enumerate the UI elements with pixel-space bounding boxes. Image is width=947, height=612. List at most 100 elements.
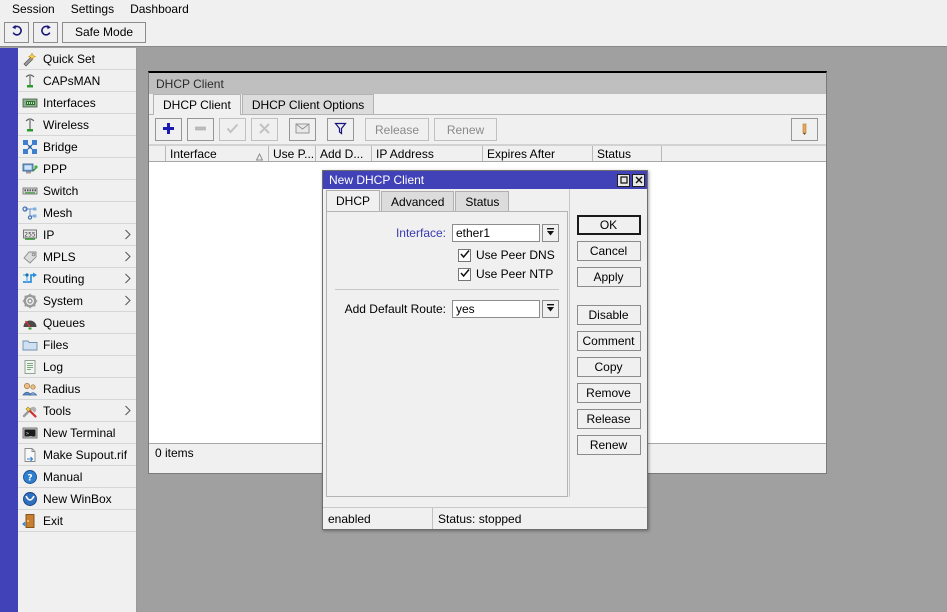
- new-dhcp-client-titlebar[interactable]: New DHCP Client: [323, 171, 647, 189]
- check-icon: [226, 122, 239, 138]
- use-peer-dns-label: Use Peer DNS: [476, 248, 555, 262]
- maximize-button[interactable]: [617, 173, 630, 187]
- sidebar-item-label: CAPsMAN: [43, 73, 101, 88]
- sidebar-item-mesh[interactable]: Mesh: [18, 202, 136, 224]
- interface-input[interactable]: ether1: [452, 224, 540, 242]
- disable-button[interactable]: Disable: [576, 305, 641, 325]
- menu-item-session[interactable]: Session: [4, 1, 63, 18]
- sidebar-item-files[interactable]: Files: [18, 334, 136, 356]
- winbox-icon: [22, 491, 38, 507]
- tab-label: DHCP Client Options: [251, 97, 365, 112]
- tab-advanced[interactable]: Advanced: [381, 191, 455, 211]
- sidebar-item-interfaces[interactable]: Interfaces: [18, 92, 136, 114]
- release-button[interactable]: Release: [365, 118, 430, 141]
- sidebar-item-queues[interactable]: Queues: [18, 312, 136, 334]
- sidebar-item-label: Interfaces: [43, 95, 96, 110]
- renew-button[interactable]: Renew: [576, 435, 641, 455]
- sidebar-item-tools[interactable]: Tools: [18, 400, 136, 422]
- sidebar-item-label: Switch: [43, 183, 79, 198]
- sidebar-item-new-winbox[interactable]: New WinBox: [18, 488, 136, 510]
- column-header-status[interactable]: Status: [593, 146, 662, 161]
- column-header-interface[interactable]: Interface: [166, 146, 269, 161]
- sidebar-item-new-terminal[interactable]: >_ New Terminal: [18, 422, 136, 444]
- add-button[interactable]: [155, 118, 182, 141]
- undo-button[interactable]: [4, 21, 29, 43]
- copy-button[interactable]: Copy: [576, 357, 641, 377]
- safe-mode-button[interactable]: Safe Mode: [62, 21, 147, 43]
- quick-find-button[interactable]: [791, 118, 818, 141]
- enable-button[interactable]: [219, 118, 246, 141]
- sidebar-item-system[interactable]: System: [18, 290, 136, 312]
- comment-button[interactable]: Comment: [576, 331, 641, 351]
- button-label: Release: [586, 412, 631, 426]
- tab-dhcp-client-options[interactable]: DHCP Client Options: [241, 94, 375, 114]
- sidebar-item-log[interactable]: Log: [18, 356, 136, 378]
- dhcp-client-tabstrip: DHCP Client DHCP Client Options: [149, 94, 826, 115]
- menu-item-settings[interactable]: Settings: [63, 1, 122, 18]
- ok-button[interactable]: OK: [576, 215, 641, 235]
- quickset-wand-icon: [22, 51, 38, 67]
- sidebar-item-routing[interactable]: Routing: [18, 268, 136, 290]
- sidebar-accent-strip: [0, 48, 18, 612]
- tab-status[interactable]: Status: [455, 191, 510, 211]
- sidebar-item-bridge[interactable]: Bridge: [18, 136, 136, 158]
- filter-button[interactable]: [327, 118, 354, 141]
- sidebar-item-label: New WinBox: [43, 491, 112, 506]
- add-default-route-value: yes: [456, 302, 475, 316]
- renew-label: Renew: [446, 122, 485, 137]
- cancel-button[interactable]: Cancel: [576, 241, 641, 261]
- menu-item-dashboard[interactable]: Dashboard: [122, 1, 197, 18]
- release-label: Release: [375, 122, 420, 137]
- plus-icon: [162, 122, 175, 138]
- column-header-use-peer-dns[interactable]: Use P...: [269, 146, 316, 161]
- users-icon: [22, 381, 38, 397]
- sidebar-item-manual[interactable]: ? Manual: [18, 466, 136, 488]
- close-button[interactable]: [632, 173, 645, 187]
- chevron-right-icon: [124, 273, 132, 284]
- use-peer-dns-checkbox[interactable]: [458, 248, 471, 262]
- button-label: Disable: [588, 308, 629, 322]
- redo-button[interactable]: [33, 21, 58, 43]
- dialog-title: New DHCP Client: [329, 173, 425, 187]
- sidebar-item-capsman[interactable]: CAPsMAN: [18, 70, 136, 92]
- column-header-expires-after[interactable]: Expires After: [483, 146, 593, 161]
- add-default-route-input[interactable]: yes: [452, 300, 540, 318]
- dhcp-client-titlebar[interactable]: DHCP Client: [149, 73, 826, 94]
- release-button[interactable]: Release: [576, 409, 641, 429]
- button-label: Remove: [586, 386, 631, 400]
- help-question-icon: ?: [22, 469, 38, 485]
- column-header-select[interactable]: [149, 146, 166, 161]
- disable-button[interactable]: [251, 118, 278, 141]
- interface-dropdown-button[interactable]: [542, 224, 559, 242]
- main-toolbar: Safe Mode: [0, 18, 947, 47]
- check-icon: [459, 248, 470, 262]
- sidebar-item-make-supout[interactable]: Make Supout.rif: [18, 444, 136, 466]
- renew-button[interactable]: Renew: [434, 118, 498, 141]
- sidebar-item-radius[interactable]: Radius: [18, 378, 136, 400]
- mesh-nodes-icon: [22, 205, 38, 221]
- use-peer-ntp-checkbox[interactable]: [458, 267, 471, 281]
- sidebar-item-label: MPLS: [43, 249, 76, 264]
- remove-button[interactable]: Remove: [576, 383, 641, 403]
- tab-dhcp-client[interactable]: DHCP Client: [153, 94, 241, 115]
- sidebar-item-ppp[interactable]: PPP: [18, 158, 136, 180]
- sidebar-item-label: Wireless: [43, 117, 90, 132]
- sidebar-item-wireless[interactable]: Wireless: [18, 114, 136, 136]
- comment-button[interactable]: [289, 118, 316, 141]
- add-default-route-dropdown-button[interactable]: [542, 300, 559, 318]
- column-header-add-default-route[interactable]: Add D...: [316, 146, 372, 161]
- sidebar-item-label: Manual: [43, 469, 83, 484]
- sidebar-item-mpls[interactable]: MPLS: [18, 246, 136, 268]
- tab-label: Advanced: [391, 194, 445, 209]
- sidebar-item-exit[interactable]: Exit: [18, 510, 136, 532]
- remove-button[interactable]: [187, 118, 214, 141]
- sidebar-item-label: Exit: [43, 513, 64, 528]
- ip-255-icon: 255: [22, 227, 38, 243]
- button-label: Apply: [593, 270, 624, 284]
- column-header-ip-address[interactable]: IP Address: [372, 146, 483, 161]
- tab-dhcp[interactable]: DHCP: [326, 190, 381, 211]
- sidebar-item-switch[interactable]: Switch: [18, 180, 136, 202]
- sidebar-item-quick-set[interactable]: Quick Set: [18, 48, 136, 70]
- sidebar-item-ip[interactable]: 255 IP: [18, 224, 136, 246]
- apply-button[interactable]: Apply: [576, 267, 641, 287]
